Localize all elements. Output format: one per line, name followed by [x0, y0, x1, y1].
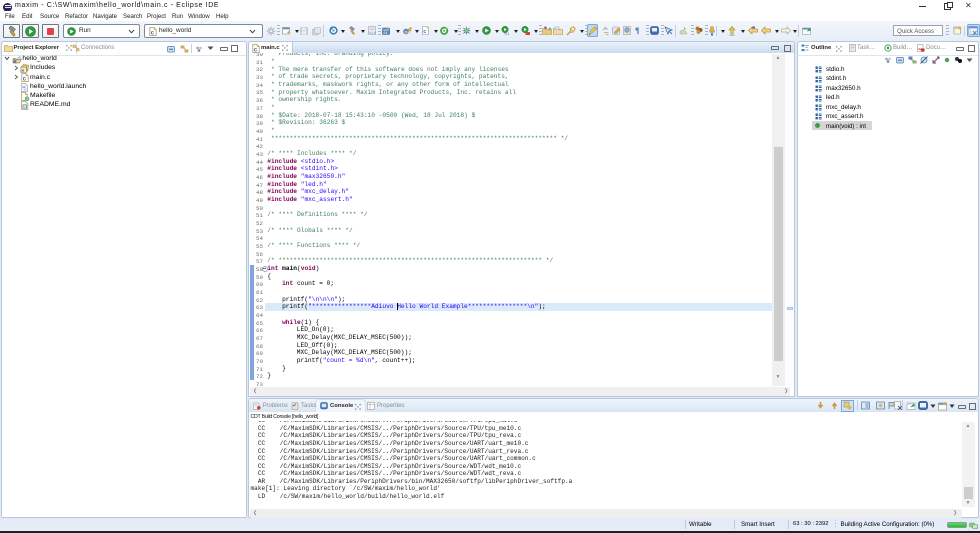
svg-text:01: 01	[384, 32, 388, 35]
svg-text:c: c	[423, 29, 426, 35]
svg-text:01: 01	[505, 33, 510, 35]
svg-text:010: 010	[369, 32, 376, 35]
